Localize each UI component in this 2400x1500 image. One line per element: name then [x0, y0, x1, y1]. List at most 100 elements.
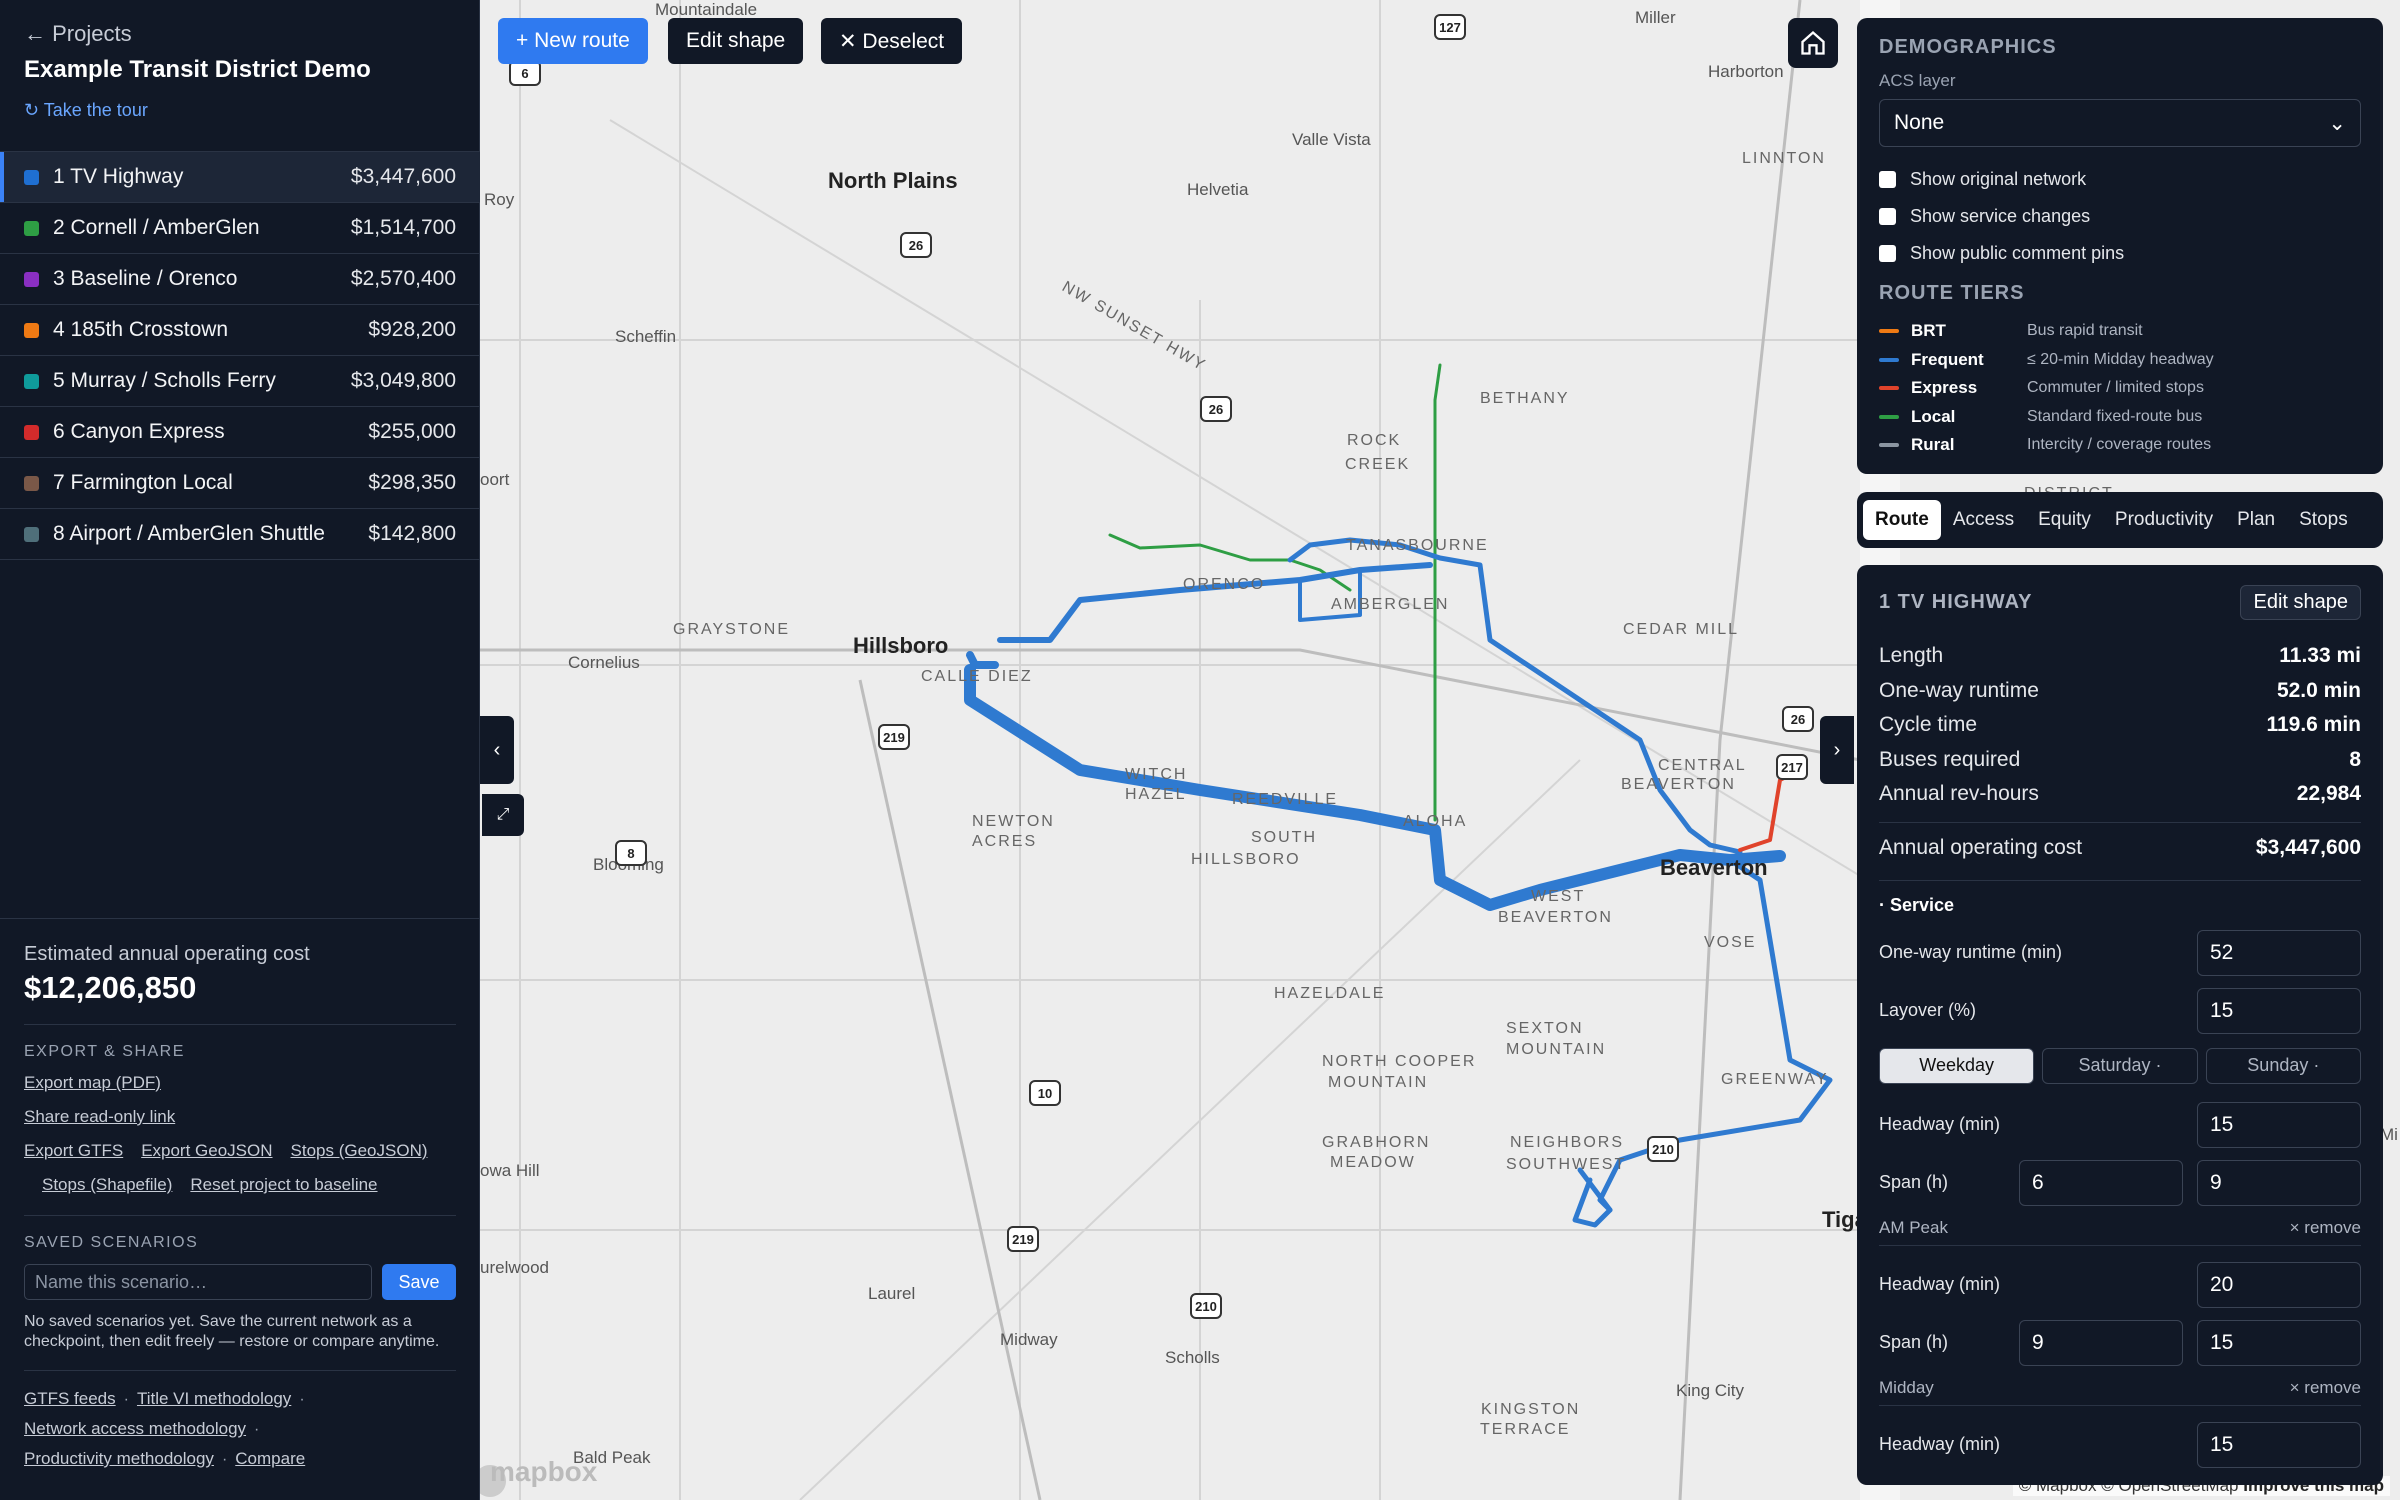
- headway-input[interactable]: 15: [2197, 1101, 2361, 1148]
- fullscreen-button[interactable]: ⤢: [482, 794, 524, 836]
- tab-access[interactable]: Access: [1941, 500, 2026, 540]
- export-geojson-link[interactable]: Export GeoJSON: [141, 1141, 272, 1161]
- route-tiers-title: ROUTE TIERS: [1879, 282, 2025, 304]
- share-readonly-link[interactable]: Share read-only link: [24, 1107, 175, 1127]
- tier-description: Bus rapid transit: [2027, 322, 2143, 340]
- route-stat-row: One-way runtime 52.0 min: [1879, 674, 2361, 709]
- route-list-item[interactable]: 5 Murray / Scholls Ferry $3,049,800: [0, 356, 480, 407]
- deselect-button[interactable]: ✕ Deselect: [821, 18, 963, 64]
- home-button[interactable]: [1788, 18, 1838, 68]
- layover-field: Layover (%) 15: [1879, 982, 2361, 1040]
- productivity-methodology-link[interactable]: Productivity methodology: [24, 1449, 214, 1469]
- remove-period-button[interactable]: × remove: [2290, 1218, 2361, 1238]
- remove-period-button[interactable]: × remove: [2290, 1378, 2361, 1398]
- network-access-link[interactable]: Network access methodology: [24, 1419, 246, 1439]
- map-place-label: GRAYSTONE: [673, 621, 790, 638]
- export-gtfs-link[interactable]: Export GTFS: [24, 1141, 123, 1161]
- annual-cost-label: Annual operating cost: [1879, 836, 2083, 859]
- map-place-label: ALOHA: [1403, 813, 1468, 830]
- show-comment-pins-checkbox[interactable]: Show public comment pins: [1879, 235, 2361, 272]
- tier-description: ≤ 20-min Midday headway: [2027, 350, 2214, 368]
- route-cost: $298,350: [368, 471, 456, 494]
- map-place-label: CEDAR MILL: [1623, 621, 1740, 638]
- map-place-label: KINGSTON: [1481, 1401, 1581, 1418]
- edit-shape-small-button[interactable]: Edit shape: [2240, 584, 2361, 620]
- route-stat-row: Length 11.33 mi: [1879, 639, 2361, 674]
- take-tour-link[interactable]: ↻ Take the tour: [24, 100, 148, 121]
- tab-stops[interactable]: Stops: [2287, 500, 2360, 540]
- export-map-pdf-link[interactable]: Export map (PDF): [24, 1073, 161, 1093]
- stat-label: Buses required: [1879, 747, 2021, 771]
- collapse-sidebar-button[interactable]: ‹: [480, 716, 514, 784]
- checkbox-box[interactable]: [1879, 245, 1896, 262]
- route-list-item[interactable]: 3 Baseline / Orenco $2,570,400: [0, 254, 480, 305]
- tab-equity[interactable]: Equity: [2026, 500, 2103, 540]
- tab-productivity[interactable]: Productivity: [2103, 500, 2225, 540]
- route-list-item[interactable]: 2 Cornell / AmberGlen $1,514,700: [0, 203, 480, 254]
- chevron-left-icon: ‹: [493, 738, 501, 761]
- map-place-label: TANASBOURNE: [1346, 537, 1489, 554]
- route-color-swatch: [24, 526, 39, 542]
- layover-input[interactable]: 15: [2197, 987, 2361, 1034]
- checkbox-box[interactable]: [1879, 171, 1896, 188]
- day-tab-sunday[interactable]: Sunday ·: [2205, 1047, 2361, 1084]
- span-end-input[interactable]: 9: [2197, 1159, 2361, 1206]
- route-list-item[interactable]: 4 185th Crosstown $928,200: [0, 305, 480, 356]
- headway-input[interactable]: 20: [2197, 1261, 2361, 1308]
- route-list-item[interactable]: 1 TV Highway $3,447,600: [0, 152, 480, 203]
- stops-geojson-link[interactable]: Stops (GeoJSON): [291, 1141, 428, 1161]
- map-place-label: ACRES: [972, 833, 1038, 850]
- headway-input[interactable]: 15: [2197, 1421, 2361, 1468]
- back-to-projects-link[interactable]: ← Projects: [24, 21, 132, 47]
- headway-field: Headway (min) 15: [1879, 1416, 2361, 1474]
- route-cost: $142,800: [368, 522, 456, 545]
- map-place-label: NORTH COOPER: [1322, 1053, 1477, 1070]
- save-scenario-button[interactable]: Save: [382, 1264, 456, 1300]
- route-shield: 219: [878, 724, 910, 750]
- runtime-input[interactable]: 52: [2197, 929, 2361, 976]
- reset-project-link[interactable]: Reset project to baseline: [190, 1175, 377, 1195]
- stat-label: One-way runtime: [1879, 678, 2039, 702]
- day-tab-weekday[interactable]: Weekday: [1879, 1047, 2035, 1084]
- home-icon: [1801, 30, 1825, 55]
- day-tab-saturday[interactable]: Saturday ·: [2042, 1047, 2198, 1084]
- route-list-item[interactable]: 6 Canyon Express $255,000: [0, 407, 480, 458]
- route-tier-item: BRT Bus rapid transit: [1879, 317, 2361, 346]
- service-period: Headway (min) 20 Span (h) 9 15 Midday × remove: [1879, 1256, 2361, 1406]
- show-service-changes-checkbox[interactable]: Show service changes: [1879, 198, 2361, 235]
- checkbox-box[interactable]: [1879, 208, 1896, 225]
- edit-shape-button[interactable]: Edit shape: [668, 18, 804, 64]
- tier-description: Commuter / limited stops: [2027, 379, 2204, 397]
- span-start-input[interactable]: 9: [2019, 1319, 2183, 1366]
- span-end-input[interactable]: 15: [2197, 1319, 2361, 1366]
- acs-layer-select[interactable]: None ⌄: [1879, 99, 2361, 147]
- route-list-item[interactable]: 8 Airport / AmberGlen Shuttle $142,800: [0, 509, 480, 560]
- route-list-item[interactable]: 7 Farmington Local $298,350: [0, 458, 480, 509]
- separator-dot: ·: [123, 1391, 129, 1408]
- stops-shapefile-link[interactable]: Stops (Shapefile): [42, 1175, 172, 1195]
- span-label: Span (h): [1879, 1172, 1949, 1192]
- stat-label: Cycle time: [1879, 713, 1978, 737]
- tab-plan[interactable]: Plan: [2225, 500, 2287, 540]
- new-route-button[interactable]: + New route: [498, 18, 648, 64]
- map-place-label: Beaverton: [1660, 855, 1768, 880]
- span-start-input[interactable]: 6: [2019, 1159, 2183, 1206]
- map-place-label: MEADOW: [1330, 1154, 1416, 1171]
- gtfs-feeds-link[interactable]: GTFS feeds: [24, 1389, 116, 1409]
- tab-route[interactable]: Route: [1863, 500, 1941, 540]
- tier-name: Frequent: [1911, 349, 1984, 369]
- route-shield: 217: [1776, 754, 1808, 780]
- scenario-name-input[interactable]: [24, 1264, 372, 1300]
- layover-label: Layover (%): [1879, 1000, 1977, 1020]
- route-color-swatch: [24, 373, 39, 389]
- compare-link[interactable]: Compare: [235, 1449, 305, 1469]
- map-place-label: Midway: [1000, 1330, 1058, 1349]
- tier-name: Local: [1911, 406, 1956, 426]
- map-place-label: HAZELDALE: [1274, 985, 1386, 1002]
- collapse-panel-button[interactable]: ›: [1820, 716, 1854, 784]
- title-vi-link[interactable]: Title VI methodology: [137, 1389, 291, 1409]
- service-section-toggle[interactable]: · Service: [1879, 879, 2361, 924]
- map-place-label: LINNTON: [1742, 150, 1826, 167]
- route-color-swatch: [24, 424, 39, 440]
- show-original-network-checkbox[interactable]: Show original network: [1879, 161, 2361, 198]
